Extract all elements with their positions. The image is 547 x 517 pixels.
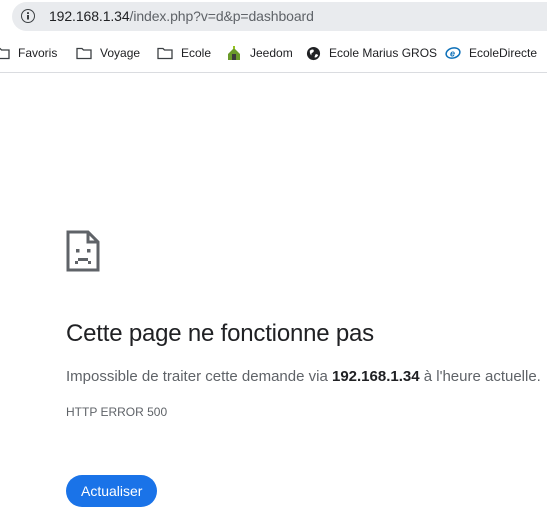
bookmark-favoris[interactable]: Favoris [0,44,57,62]
desc-host: 192.168.1.34 [331,368,420,385]
folder-icon [76,47,92,60]
ecoledirecte-icon: e [445,47,461,59]
bookmark-voyage[interactable]: Voyage [76,44,140,62]
url-text[interactable]: 192.168.1.34/index.php?v=d&p=dashboard [49,8,314,24]
desc-prefix: Impossible de traiter cette demande via [66,368,332,385]
error-description: Impossible de traiter cette demande via … [66,368,541,385]
svg-text:e: e [450,49,455,59]
info-icon[interactable] [21,9,35,23]
bookmark-ecole[interactable]: Ecole [157,44,211,62]
folder-icon [157,47,173,60]
url-path: /index.php?v=d&p=dashboard [129,8,314,24]
bookmarks-bar: Favoris Voyage Ecole Jeedom Ecole Marius… [0,34,547,73]
globe-icon [306,46,321,60]
error-title: Cette page ne fonctionne pas [66,320,374,347]
bookmark-label: Ecole [181,46,212,60]
bookmark-ecoledirecte[interactable]: e EcoleDirecte [445,44,537,62]
folder-icon [0,47,10,60]
reload-button[interactable]: Actualiser [66,475,158,507]
bookmark-ecole-marius-gros[interactable]: Ecole Marius GROS [306,44,437,62]
bookmark-label: Voyage [100,46,141,60]
bookmark-jeedom[interactable]: Jeedom [226,44,293,62]
bookmark-label: Ecole Marius GROS [329,46,438,60]
jeedom-icon [228,46,240,60]
desc-suffix: à l'heure actuelle. [419,368,541,385]
sad-page-icon [66,230,100,272]
url-host: 192.168.1.34 [49,8,130,24]
bookmark-label: Favoris [18,46,58,60]
address-bar[interactable]: 192.168.1.34/index.php?v=d&p=dashboard [12,2,547,31]
bookmark-label: Jeedom [250,46,293,60]
bookmark-label: EcoleDirecte [469,46,538,60]
error-code: HTTP ERROR 500 [66,405,168,419]
